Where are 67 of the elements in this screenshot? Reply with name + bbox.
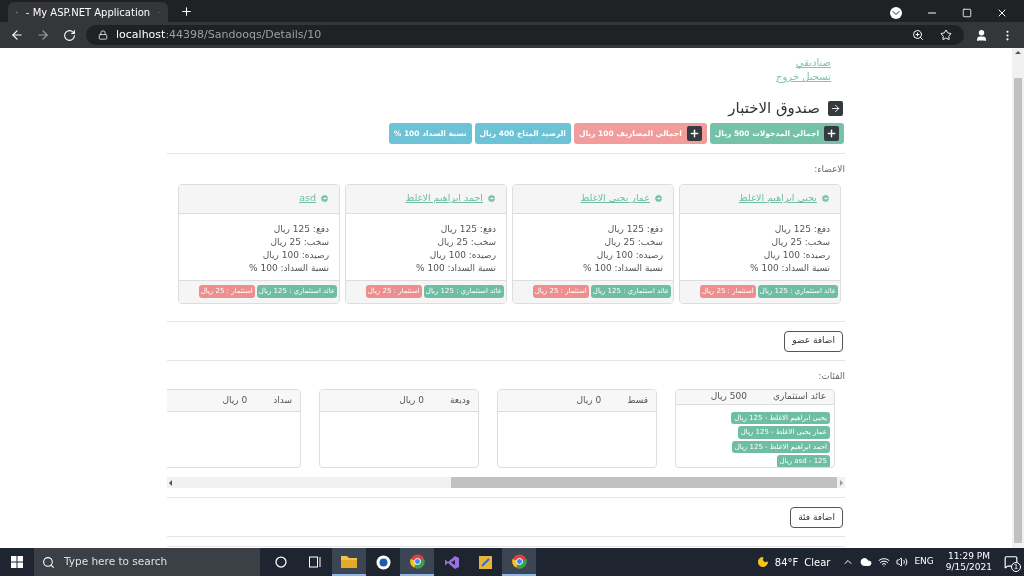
category-amount: 0 ريال (222, 393, 248, 407)
category-name: قسط (627, 393, 648, 407)
member-stat: دفع: 125 ريال (606, 222, 663, 236)
new-tab-icon[interactable] (180, 5, 193, 18)
browser-tab[interactable]: - My ASP.NET Application (8, 2, 168, 22)
member-stat: نسبة السداد: 100 % (582, 261, 663, 275)
clock[interactable]: 11:29 PM 9/15/2021 (945, 551, 992, 573)
add-button[interactable] (686, 126, 702, 141)
search-icon (42, 555, 55, 569)
member-stat: رصيده: 100 ريال (428, 248, 496, 262)
clock-date: 9/15/2021 (945, 562, 992, 573)
category-name: عائد استثماري (773, 390, 826, 403)
category-amount: 0 ريال (399, 393, 424, 407)
member-stat: سخب: 25 ريال (603, 235, 663, 249)
member-stat: نسبة السداد: 100 % (415, 261, 496, 275)
volume-icon[interactable] (896, 556, 909, 568)
tab-search-icon[interactable] (890, 7, 902, 19)
member-stat: نسبة السداد: 100 % (248, 261, 329, 275)
categories-label: الفئات: (818, 369, 845, 383)
url-text: localhost:44398/Sandooqs/Details/10 (116, 26, 323, 43)
members-label: الاعضاء: (814, 163, 845, 176)
clock-time: 11:29 PM (947, 551, 990, 562)
category-amount: 500 ريال (710, 390, 747, 403)
arrow-circle-icon (487, 194, 496, 203)
category-name: سداد (273, 393, 292, 407)
scrollbar-thumb[interactable] (451, 477, 837, 488)
close-window-icon[interactable] (996, 7, 1008, 19)
member-stat: سخب: 25 ريال (436, 235, 496, 249)
page-title: صندوق الاختبار (728, 99, 820, 117)
restore-icon[interactable] (962, 8, 972, 18)
member-stat: سخب: 25 ريال (269, 235, 329, 249)
category-amount: 0 ريال (576, 393, 602, 407)
bookmark-star-icon[interactable] (940, 29, 952, 41)
member-stat: رصيده: 100 ريال (595, 248, 663, 262)
arrow-circle-icon (821, 194, 830, 203)
member-stat: دفع: 125 ريال (272, 222, 329, 236)
language-indicator[interactable]: ENG (914, 555, 934, 569)
add-category-button[interactable]: اضافة فئة (790, 507, 843, 528)
category-name: وديعة (449, 393, 470, 407)
member-stat: دفع: 125 ريال (773, 222, 830, 236)
scroll-left-icon[interactable] (167, 478, 175, 487)
member-stat: سخب: 25 ريال (770, 235, 830, 249)
wifi-icon[interactable] (878, 556, 891, 568)
add-member-button[interactable]: اضافة عضو (784, 330, 843, 352)
lock-icon (98, 30, 108, 40)
address-field[interactable]: localhost:44398/Sandooqs/Details/10 (86, 25, 964, 45)
vertical-scrollbar[interactable] (1012, 48, 1024, 548)
horizontal-scrollbar[interactable] (167, 477, 845, 488)
tab-title: - My ASP.NET Application (25, 5, 151, 20)
browser-icon[interactable] (400, 548, 434, 576)
weather-condition: Clear (804, 555, 831, 570)
search-placeholder: Type here to search (64, 554, 168, 570)
member-stat: نسبة السداد: 100 % (749, 261, 830, 275)
zoom-icon[interactable] (912, 29, 924, 41)
member-stat: دفع: 125 ريال (439, 222, 496, 236)
cloud-icon[interactable] (860, 556, 873, 568)
scrollbar-thumb[interactable] (1014, 78, 1022, 543)
browser-icon[interactable] (502, 548, 536, 576)
moon-icon (756, 556, 769, 568)
arrow-circle-icon (654, 194, 663, 203)
member-stat: رصيده: 100 ريال (261, 248, 329, 262)
arrow-circle-icon (320, 194, 329, 203)
add-button[interactable] (824, 126, 839, 141)
temperature: 84°F (774, 555, 799, 570)
taskbar-search-field[interactable]: Type here to search (34, 548, 260, 576)
member-stat: رصيده: 100 ريال (762, 248, 830, 262)
folder-icon[interactable] (332, 548, 366, 576)
